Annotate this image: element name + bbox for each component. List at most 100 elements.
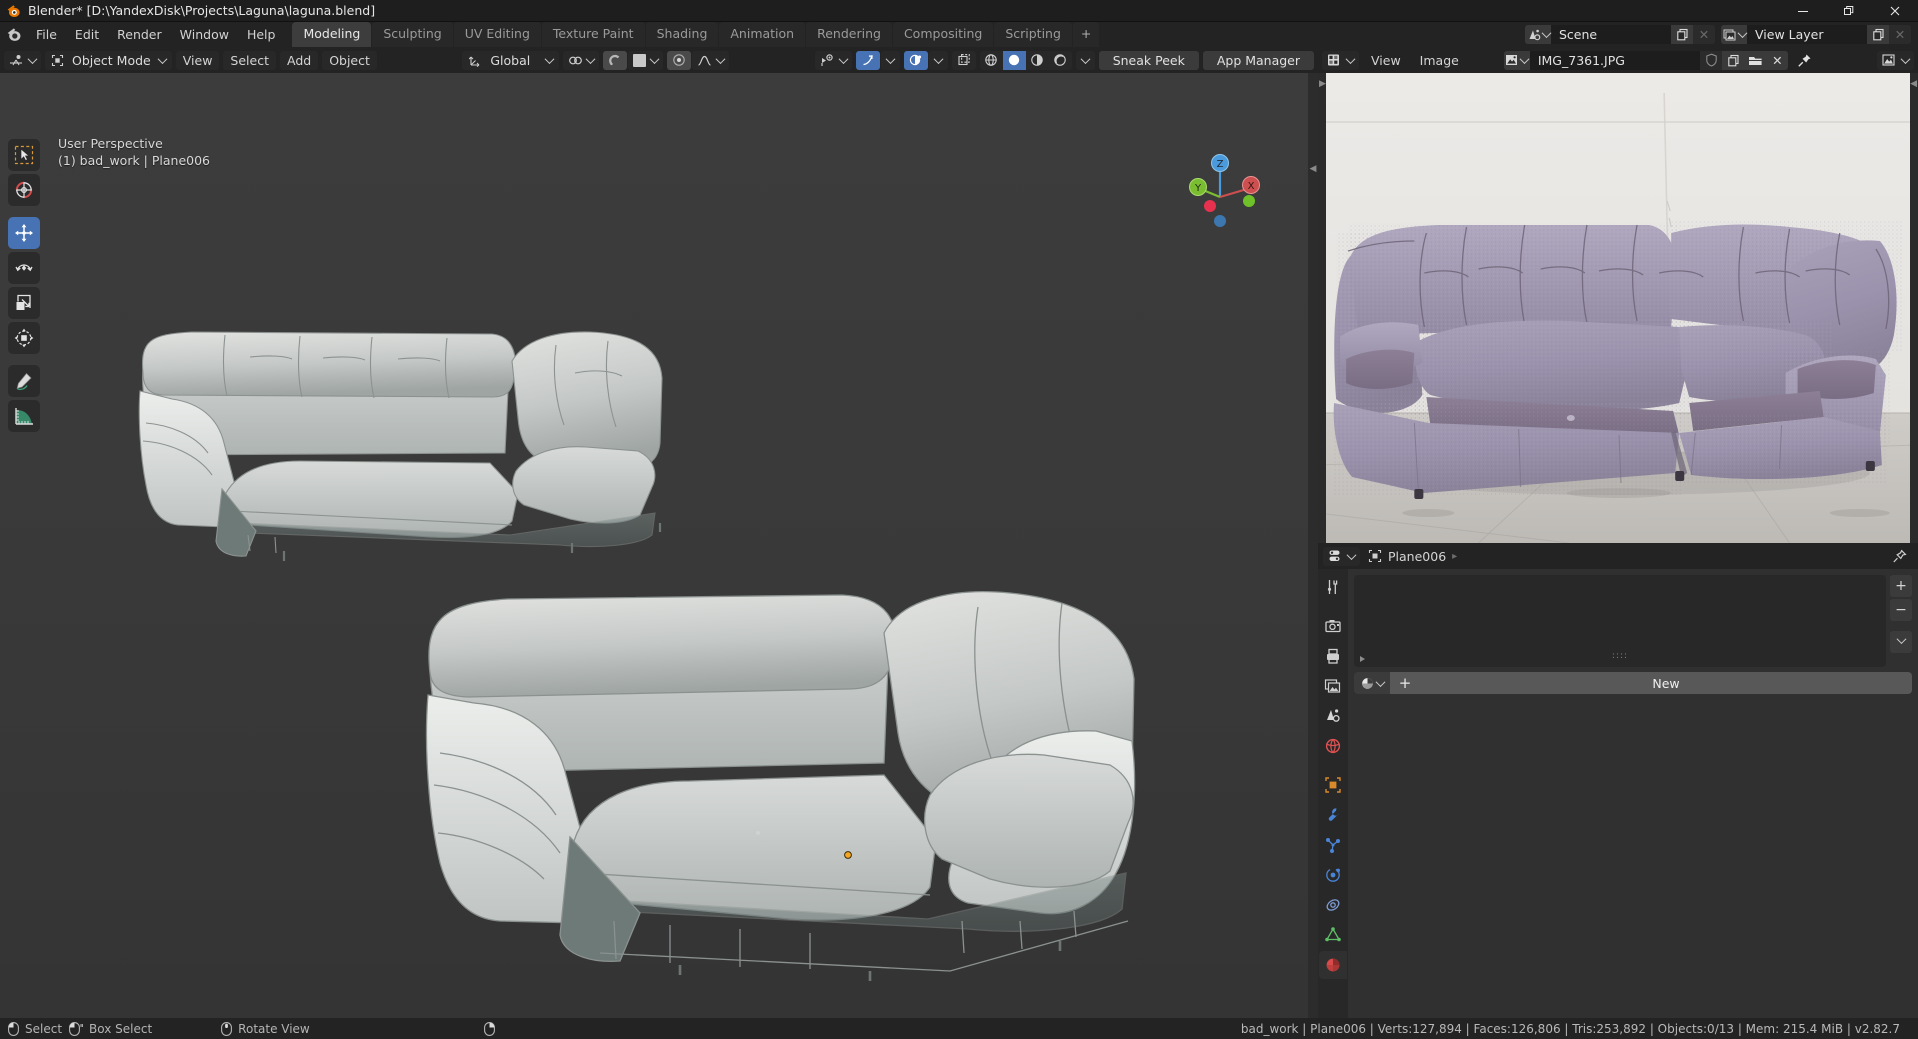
show-overlays-toggle[interactable] bbox=[904, 51, 928, 70]
properties-tab-constraints[interactable] bbox=[1319, 891, 1347, 919]
material-specials-button[interactable] bbox=[1890, 631, 1912, 653]
shading-solid-button[interactable] bbox=[1003, 51, 1026, 70]
proportional-falloff-dropdown[interactable] bbox=[692, 51, 729, 70]
workspace-tab-scripting[interactable]: Scripting bbox=[994, 22, 1072, 47]
menu-file[interactable]: File bbox=[27, 25, 66, 45]
material-slot-list[interactable]: :::: bbox=[1354, 575, 1886, 667]
view-layer-new-button[interactable] bbox=[1867, 25, 1889, 44]
image-pin-button[interactable] bbox=[1793, 51, 1816, 70]
image-name-field[interactable]: IMG_7361.JPG bbox=[1530, 51, 1701, 70]
image-fake-user-button[interactable] bbox=[1700, 51, 1722, 70]
image-new-button[interactable] bbox=[1722, 51, 1744, 70]
navigation-gizmo[interactable]: Z Y X bbox=[1177, 151, 1263, 237]
properties-tab-world[interactable] bbox=[1319, 732, 1347, 760]
toggle-xray-button[interactable] bbox=[952, 51, 976, 70]
image-unlink-button[interactable]: ✕ bbox=[1766, 51, 1788, 70]
shading-rendered-button[interactable] bbox=[1049, 51, 1072, 70]
image-editor-toolbar-toggle-icon[interactable]: ▶ bbox=[1319, 79, 1326, 89]
image-datablock-selector[interactable]: IMG_7361.JPG bbox=[1504, 51, 1789, 70]
scene-unlink-button[interactable]: ✕ bbox=[1693, 25, 1715, 44]
viewport-menu-select[interactable]: Select bbox=[223, 51, 276, 70]
display-channels-dropdown[interactable] bbox=[1877, 51, 1914, 70]
view-layer-remove-button[interactable]: ✕ bbox=[1889, 25, 1911, 44]
snap-options-dropdown[interactable] bbox=[628, 51, 663, 70]
menu-window[interactable]: Window bbox=[171, 25, 238, 45]
editor-type-selector-3dview[interactable] bbox=[4, 51, 41, 70]
properties-tab-scene[interactable] bbox=[1319, 702, 1347, 730]
workspace-tab-shading[interactable]: Shading bbox=[646, 22, 719, 47]
scene-selector[interactable]: Scene ✕ bbox=[1525, 25, 1715, 44]
properties-tab-particles[interactable] bbox=[1319, 831, 1347, 859]
sneak-peek-button[interactable]: Sneak Peek bbox=[1099, 51, 1199, 70]
overlays-options-dropdown[interactable] bbox=[929, 51, 948, 70]
snap-toggle-button[interactable] bbox=[603, 51, 627, 70]
image-editor-canvas[interactable]: ▶ ◀ bbox=[1318, 73, 1918, 543]
viewport-sidebar-toggle-icon[interactable]: ◀ bbox=[1309, 161, 1317, 177]
image-menu-image[interactable]: Image bbox=[1413, 51, 1466, 70]
properties-tab-modifiers[interactable] bbox=[1319, 801, 1347, 829]
menu-edit[interactable]: Edit bbox=[66, 25, 108, 45]
editor-type-selector-properties[interactable] bbox=[1323, 547, 1360, 566]
new-material-button[interactable]: New bbox=[1420, 672, 1912, 694]
show-gizmo-toggle[interactable] bbox=[856, 51, 880, 70]
scene-name[interactable]: Scene bbox=[1551, 25, 1671, 44]
transform-orientation-selector[interactable]: Global bbox=[462, 51, 559, 70]
viewport-sidebar-strip[interactable] bbox=[1308, 73, 1318, 1018]
workspace-tab-texture-paint[interactable]: Texture Paint bbox=[542, 22, 645, 47]
properties-tab-material[interactable] bbox=[1319, 951, 1347, 979]
workspace-tab-sculpting[interactable]: Sculpting bbox=[372, 22, 452, 47]
material-list-grip[interactable]: :::: bbox=[1612, 651, 1628, 661]
image-icon[interactable] bbox=[1504, 51, 1530, 70]
status-hint-box-select-label: Box Select bbox=[89, 1022, 152, 1036]
properties-tab-view-layer[interactable] bbox=[1319, 672, 1347, 700]
image-editor-sidebar-toggle-icon[interactable]: ◀ bbox=[1910, 79, 1917, 89]
image-menu-view[interactable]: View bbox=[1364, 51, 1408, 70]
properties-tab-data[interactable] bbox=[1319, 921, 1347, 949]
shading-material-preview-button[interactable] bbox=[1026, 51, 1049, 70]
workspace-tab-compositing[interactable]: Compositing bbox=[893, 22, 993, 47]
viewport-menu-add[interactable]: Add bbox=[280, 51, 318, 70]
workspace-tab-animation[interactable]: Animation bbox=[719, 22, 805, 47]
proportional-editing-toggle[interactable] bbox=[667, 51, 691, 70]
view-layer-selector[interactable]: View Layer ✕ bbox=[1721, 25, 1911, 44]
window-maximize-button[interactable] bbox=[1826, 0, 1872, 22]
properties-tab-render[interactable] bbox=[1319, 612, 1347, 640]
properties-tab-output[interactable] bbox=[1319, 642, 1347, 670]
interaction-mode-selector[interactable]: Object Mode bbox=[45, 51, 172, 70]
window-minimize-button[interactable] bbox=[1780, 0, 1826, 22]
gizmo-options-dropdown[interactable] bbox=[881, 51, 900, 70]
view-layer-name[interactable]: View Layer bbox=[1747, 25, 1867, 44]
shading-wireframe-button[interactable] bbox=[980, 51, 1003, 70]
properties-pin-button[interactable] bbox=[1892, 549, 1913, 564]
menu-help[interactable]: Help bbox=[238, 25, 285, 45]
scene-new-button[interactable] bbox=[1671, 25, 1693, 44]
workspace-tab-rendering[interactable]: Rendering bbox=[806, 22, 892, 47]
add-workspace-button[interactable]: + bbox=[1073, 22, 1099, 47]
properties-tab-tool[interactable] bbox=[1319, 573, 1347, 601]
viewport-menu-view[interactable]: View bbox=[176, 51, 220, 70]
add-material-slot-button[interactable]: + bbox=[1890, 575, 1912, 597]
new-material-plus-icon[interactable]: + bbox=[1390, 672, 1420, 694]
pivot-point-selector[interactable] bbox=[563, 51, 599, 70]
material-list-expand-icon[interactable] bbox=[1360, 656, 1365, 662]
viewport-menu-object[interactable]: Object bbox=[322, 51, 377, 70]
scene-icon[interactable] bbox=[1525, 25, 1551, 44]
properties-tab-object[interactable] bbox=[1319, 771, 1347, 799]
app-menu-blender-icon[interactable] bbox=[3, 24, 25, 46]
viewlayer-icon[interactable] bbox=[1721, 25, 1747, 44]
breadcrumb-object-name[interactable]: Plane006 bbox=[1388, 549, 1446, 564]
window-close-button[interactable] bbox=[1872, 0, 1918, 22]
workspace-tab-uv-editing[interactable]: UV Editing bbox=[454, 22, 541, 47]
menu-render[interactable]: Render bbox=[108, 25, 171, 45]
properties-tab-physics[interactable] bbox=[1319, 861, 1347, 889]
image-open-button[interactable] bbox=[1744, 51, 1766, 70]
remove-material-slot-button[interactable]: − bbox=[1890, 599, 1912, 621]
browse-material-button[interactable] bbox=[1354, 672, 1390, 694]
shading-options-dropdown[interactable] bbox=[1076, 51, 1095, 70]
editor-type-selector-image[interactable] bbox=[1322, 51, 1359, 70]
display-channels-chevron-down-icon bbox=[1901, 54, 1911, 64]
app-manager-button[interactable]: App Manager bbox=[1203, 51, 1314, 70]
workspace-tab-modeling[interactable]: Modeling bbox=[292, 22, 371, 47]
object-type-visibility-dropdown[interactable] bbox=[815, 51, 852, 70]
viewport-canvas[interactable]: User Perspective (1) bad_work | Plane006 bbox=[0, 73, 1318, 1018]
